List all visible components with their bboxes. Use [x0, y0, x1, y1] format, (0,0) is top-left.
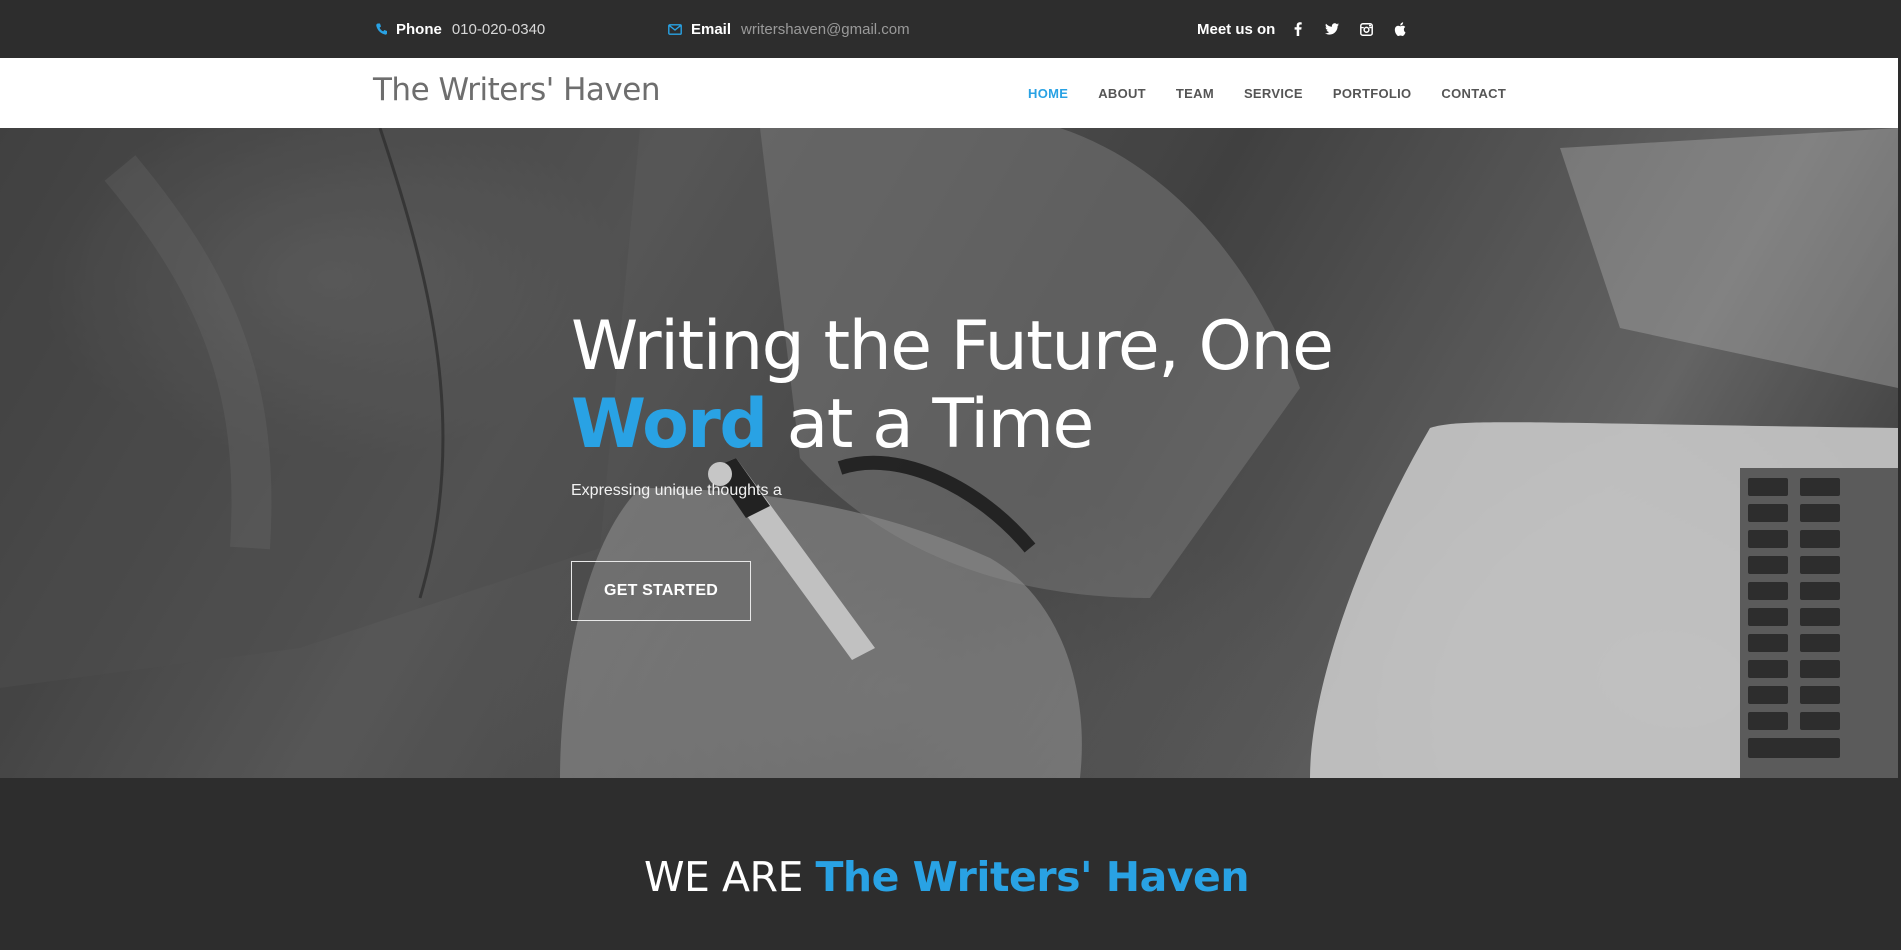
- hero-title: Writing the Future, One Word at a Time: [571, 308, 1471, 464]
- social-links: Meet us on: [1197, 0, 1417, 58]
- get-started-button[interactable]: GET STARTED: [571, 561, 751, 621]
- hero-title-line2-rest: at a Time: [766, 385, 1095, 464]
- hero-title-line1: Writing the Future, One: [571, 307, 1334, 386]
- email-contact: Email writershaven@gmail.com: [668, 0, 910, 58]
- nav-item-service[interactable]: SERVICE: [1244, 86, 1303, 101]
- about-section: WE ARE The Writers' Haven: [0, 778, 1901, 950]
- hero-title-accent: Word: [571, 385, 768, 464]
- facebook-icon[interactable]: [1281, 14, 1315, 44]
- email-label: Email: [691, 20, 732, 38]
- about-heading: WE ARE The Writers' Haven: [0, 853, 1893, 901]
- top-contact-bar: Phone 010-020-0340 Email writershaven@gm…: [0, 0, 1901, 58]
- phone-label: Phone: [396, 20, 442, 38]
- about-heading-prefix: WE ARE: [643, 853, 816, 901]
- nav-item-contact[interactable]: CONTACT: [1441, 86, 1506, 101]
- hero-section: Writing the Future, One Word at a Time E…: [0, 128, 1898, 778]
- nav-item-portfolio[interactable]: PORTFOLIO: [1333, 86, 1412, 101]
- site-logo[interactable]: The Writers' Haven: [373, 72, 661, 108]
- nav-item-team[interactable]: TEAM: [1176, 86, 1214, 101]
- phone-contact: Phone 010-020-0340: [376, 0, 545, 58]
- social-label: Meet us on: [1197, 20, 1276, 38]
- email-address[interactable]: writershaven@gmail.com: [741, 21, 910, 38]
- instagram-icon[interactable]: [1349, 14, 1383, 44]
- hero-subtitle: Expressing unique thoughts a: [571, 482, 782, 499]
- about-heading-accent: The Writers' Haven: [815, 853, 1250, 901]
- envelope-icon: [668, 23, 682, 35]
- apple-icon[interactable]: [1383, 14, 1417, 44]
- phone-icon: [376, 23, 387, 35]
- phone-number[interactable]: 010-020-0340: [452, 21, 545, 38]
- main-navbar: The Writers' Haven HOME ABOUT TEAM SERVI…: [0, 58, 1901, 128]
- nav-item-home[interactable]: HOME: [1028, 86, 1068, 101]
- hero-title-line2: Word at a Time: [571, 386, 1471, 464]
- twitter-icon[interactable]: [1315, 14, 1349, 44]
- nav-menu: HOME ABOUT TEAM SERVICE PORTFOLIO CONTAC…: [1028, 58, 1536, 128]
- nav-item-about[interactable]: ABOUT: [1098, 86, 1146, 101]
